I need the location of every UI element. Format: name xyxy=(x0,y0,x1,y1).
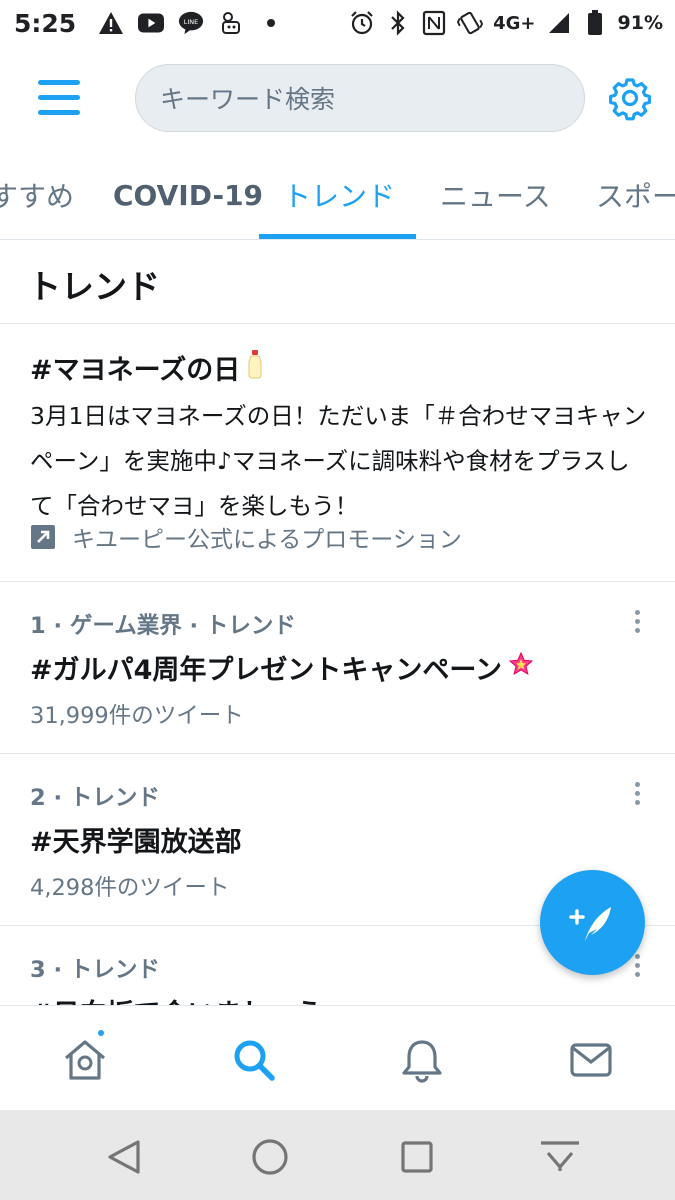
tab-sports[interactable]: スポー xyxy=(596,150,675,239)
status-system-icons: 4G+ 91% xyxy=(349,10,663,36)
line-icon: LINE xyxy=(178,10,204,36)
signal-icon xyxy=(546,10,572,36)
more-options-icon[interactable] xyxy=(626,610,648,640)
promoted-description: 3月1日はマヨネーズの日！ただいま「＃合わせマヨキャンペーン」を実施中♪マヨネー… xyxy=(30,402,647,520)
nfc-icon xyxy=(421,10,447,36)
bottom-navigation xyxy=(0,1005,675,1110)
dot-icon xyxy=(258,10,284,36)
trend-meta: 1 · ゲーム業界 · トレンド xyxy=(30,613,296,639)
status-notification-icons: LINE xyxy=(98,10,284,36)
app-header: キーワード検索 xyxy=(0,46,675,150)
promoted-trend[interactable]: #マヨネーズの日 3月1日はマヨネーズの日！ただいま「＃合わせマヨキャンペーン」… xyxy=(0,324,675,582)
tamagotchi-icon xyxy=(218,10,244,36)
mayonnaise-icon xyxy=(246,349,264,386)
promoted-by-row: キユーピー公式によるプロモーション xyxy=(30,520,462,554)
gear-icon[interactable] xyxy=(606,74,654,122)
promoted-arrow-icon xyxy=(30,524,56,550)
section-title: トレンド xyxy=(28,267,160,306)
search-icon[interactable] xyxy=(230,1036,278,1084)
home-circle-icon[interactable] xyxy=(250,1137,290,1177)
battery-icon xyxy=(582,10,608,36)
tab-recommended[interactable]: すすめ xyxy=(0,150,74,239)
promoted-title: #マヨネーズの日 xyxy=(30,355,241,386)
search-input[interactable]: キーワード検索 xyxy=(135,64,585,132)
recents-icon[interactable] xyxy=(397,1137,437,1177)
tab-trends[interactable]: トレンド xyxy=(283,150,395,239)
promoted-title-row: #マヨネーズの日 xyxy=(30,348,264,387)
promoted-by-label: キユーピー公式によるプロモーション xyxy=(72,527,462,553)
warning-icon xyxy=(98,10,124,36)
back-icon[interactable] xyxy=(104,1137,144,1177)
alarm-icon xyxy=(349,10,375,36)
bluetooth-icon xyxy=(385,10,411,36)
trend-name-row: #ガルパ4周年プレゼントキャンペーン xyxy=(30,648,534,687)
hamburger-menu-icon[interactable] xyxy=(36,78,82,118)
svg-text:LINE: LINE xyxy=(184,18,199,26)
search-placeholder: キーワード検索 xyxy=(160,85,336,114)
home-notification-dot xyxy=(96,1028,106,1038)
youtube-icon xyxy=(138,10,165,36)
tweet-count: 31,999件のツイート xyxy=(30,703,244,729)
trend-meta: 2 · トレンド xyxy=(30,785,160,811)
tab-active-indicator xyxy=(259,234,416,239)
compose-feather-icon xyxy=(568,906,611,941)
messages-icon[interactable] xyxy=(567,1036,615,1084)
notifications-icon[interactable] xyxy=(398,1036,446,1084)
status-time: 5:25 xyxy=(14,8,77,38)
trend-name: #天界学園放送部 xyxy=(30,827,242,858)
trends-section-header: トレンド xyxy=(0,240,675,324)
explore-tabs: すすめ COVID-19 トレンド ニュース スポー xyxy=(0,150,675,240)
battery-percent: 91% xyxy=(617,12,663,34)
status-bar: 5:25 LINE 4G+ 91% xyxy=(0,0,675,46)
system-navigation-bar xyxy=(0,1110,675,1200)
compose-tweet-button[interactable] xyxy=(540,870,645,975)
notification-pull-icon[interactable] xyxy=(538,1137,579,1177)
tab-news[interactable]: ニュース xyxy=(440,150,551,239)
tweet-count: 4,298件のツイート xyxy=(30,875,230,901)
tab-covid19[interactable]: COVID-19 xyxy=(113,150,263,239)
trend-item[interactable]: 1 · ゲーム業界 · トレンド #ガルパ4周年プレゼントキャンペーン 31,9… xyxy=(0,582,675,754)
trend-name: #ガルパ4周年プレゼントキャンペーン xyxy=(30,655,503,686)
star-icon xyxy=(508,651,534,684)
vibrate-icon xyxy=(457,10,484,36)
trend-meta: 3 · トレンド xyxy=(30,957,160,983)
home-icon[interactable] xyxy=(61,1036,109,1084)
network-type-label: 4G+ xyxy=(493,12,536,34)
trend-name-row: #天界学園放送部 xyxy=(30,820,242,859)
more-options-icon[interactable] xyxy=(626,782,648,812)
